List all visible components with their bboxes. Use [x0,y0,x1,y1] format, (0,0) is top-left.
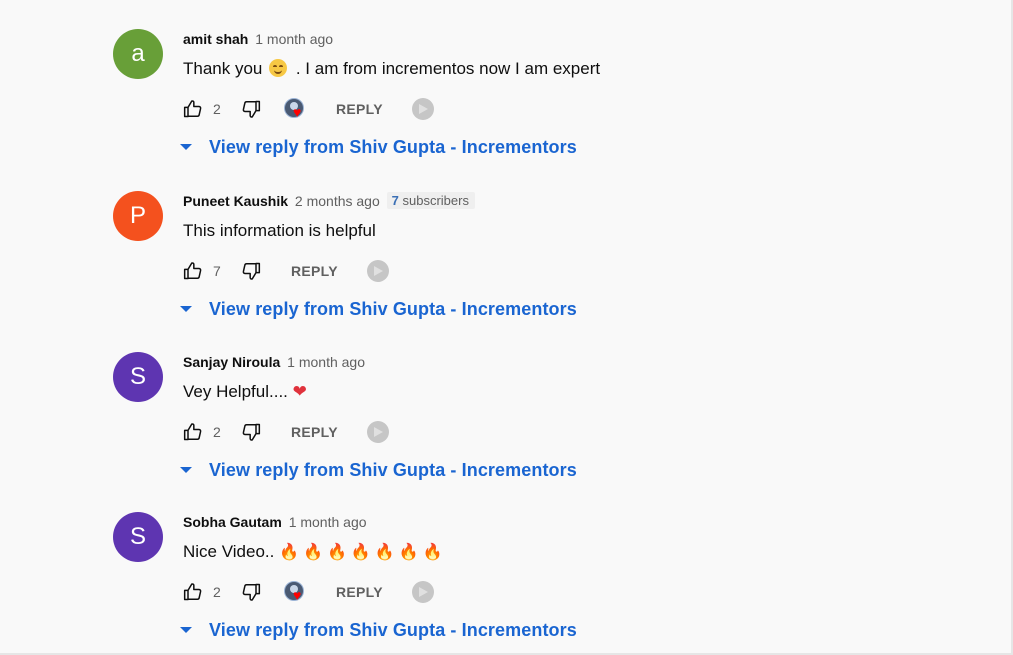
comment-body: Sobha Gautam 1 month ago Nice Video.. 🔥 🔥… [180,512,973,642]
view-replies-label: View reply from Shiv Gupta - Incrementor… [209,459,577,480]
like-button[interactable] [183,259,203,283]
comment-body: Sanjay Niroula 1 month ago Vey Helpful..… [180,352,973,482]
subscriber-badge: 7 subscribers [386,192,475,209]
promote-icon [367,421,389,443]
thumbs-up-icon [183,583,202,601]
reply-button[interactable]: REPLY [336,97,383,121]
comment-time[interactable]: 2 months ago [295,193,380,209]
fire-emoji-icon: 🔥 [350,542,371,561]
promote-icon [367,260,389,282]
creator-heart-icon: ♥ [284,581,308,603]
reply-button[interactable]: REPLY [291,259,338,283]
promote-button[interactable] [412,580,436,604]
comment-text: Vey Helpful.... ❤ [183,381,973,403]
heart-icon: ♥ [293,587,302,603]
fire-emoji-icon: 🔥 [374,542,395,561]
view-replies-label: View reply from Shiv Gupta - Incrementor… [209,298,577,319]
avatar[interactable]: S [113,512,163,562]
thumbs-up-icon [183,262,202,280]
like-count: 2 [213,424,221,440]
comment-header: Puneet Kaushik 2 months ago 7 subscriber… [183,191,973,211]
dislike-button[interactable] [241,97,261,121]
comment-header: Sanjay Niroula 1 month ago [183,352,973,372]
caret-down-icon [180,306,192,312]
fire-emoji-icon: 🔥 [279,542,300,561]
comment-author[interactable]: amit shah [183,31,248,47]
comment-text-part: Vey Helpful.... [183,382,288,401]
comment-body: Puneet Kaushik 2 months ago 7 subscriber… [180,191,973,321]
smile-emoji-icon [269,59,288,77]
comment-text: Thank you . I am from incrementos now I … [183,58,973,80]
promote-icon [412,581,434,603]
comment-author[interactable]: Puneet Kaushik [183,193,288,209]
promote-button[interactable] [367,259,391,283]
like-count: 2 [213,101,221,117]
comment-author[interactable]: Sobha Gautam [183,514,282,530]
avatar[interactable]: a [113,29,163,79]
comment-text: This information is helpful [183,221,376,240]
reply-button[interactable]: REPLY [291,420,338,444]
creator-heart: ♥ [284,97,308,121]
fire-emoji-icon: 🔥 [422,542,443,561]
like-count: 2 [213,584,221,600]
comment-time[interactable]: 1 month ago [287,354,365,370]
comment-author[interactable]: Sanjay Niroula [183,354,280,370]
fire-emoji-icon: 🔥 [326,542,347,561]
promote-icon [412,98,434,120]
comment-time[interactable]: 1 month ago [255,31,333,47]
comment-text-part: Nice Video.. [183,542,275,561]
like-button[interactable] [183,420,203,444]
comment-body: amit shah 1 month ago Thank you . I am f… [180,29,973,159]
comment-toolbar: 7 REPLY [183,259,973,283]
thumbs-down-icon [242,423,261,441]
comment-text-part: . I am from incrementos now I am expert [295,59,601,78]
reply-button[interactable]: REPLY [336,580,383,604]
thumbs-down-icon [242,100,261,118]
avatar[interactable]: P [113,191,163,241]
promote-button[interactable] [367,420,391,444]
subscriber-count: 7 [391,193,399,208]
view-replies-label: View reply from Shiv Gupta - Incrementor… [209,619,577,640]
avatar[interactable]: S [113,352,163,402]
comment-header: amit shah 1 month ago [183,29,973,49]
caret-down-icon [180,467,192,473]
creator-heart-icon: ♥ [284,98,308,120]
view-replies-button[interactable]: View reply from Shiv Gupta - Incrementor… [178,458,973,482]
comment-header: Sobha Gautam 1 month ago [183,512,973,532]
dislike-button[interactable] [241,259,261,283]
promote-button[interactable] [412,97,436,121]
like-button[interactable] [183,580,203,604]
caret-down-icon [180,627,192,633]
comment-toolbar: 2 REPLY [183,420,973,444]
fire-emoji-icon: 🔥 [398,542,419,561]
thumbs-down-icon [242,262,261,280]
view-replies-button[interactable]: View reply from Shiv Gupta - Incrementor… [178,297,973,321]
heart-emoji-icon: ❤ [292,382,307,402]
comment-text-part: Thank you [183,59,263,78]
view-replies-label: View reply from Shiv Gupta - Incrementor… [209,136,577,157]
dislike-button[interactable] [241,580,261,604]
like-button[interactable] [183,97,203,121]
fire-emoji-icon: 🔥 [303,542,323,561]
heart-icon: ♥ [293,104,302,120]
comment-toolbar: 2 ♥ REPLY [183,580,973,604]
comment-toolbar: 2 ♥ REPLY [183,97,973,121]
thumbs-down-icon [242,583,261,601]
comment-time[interactable]: 1 month ago [289,514,367,530]
subscriber-label: subscribers [398,193,469,208]
view-replies-button[interactable]: View reply from Shiv Gupta - Incrementor… [178,618,973,642]
thumbs-up-icon [183,423,202,441]
dislike-button[interactable] [241,420,261,444]
creator-heart: ♥ [284,580,308,604]
like-count: 7 [213,263,221,279]
caret-down-icon [180,144,192,150]
comment-text: Nice Video.. 🔥 🔥 🔥 🔥 🔥 🔥 🔥 [183,541,973,563]
thumbs-up-icon [183,100,202,118]
view-replies-button[interactable]: View reply from Shiv Gupta - Incrementor… [178,135,973,159]
